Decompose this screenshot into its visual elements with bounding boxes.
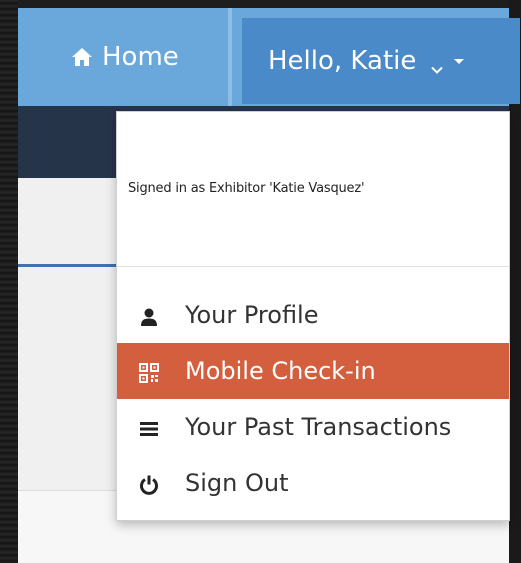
nav-home-label: Home xyxy=(102,42,179,72)
menu-item-sign-out[interactable]: Sign Out xyxy=(117,455,509,511)
caret-down-icon xyxy=(454,58,465,64)
user-dropdown-menu: Signed in as Exhibitor 'Katie Vasquez' Y… xyxy=(116,111,510,521)
menu-item-label: Sign Out xyxy=(185,469,289,497)
power-icon xyxy=(139,473,159,495)
screen-left-edge xyxy=(0,0,18,563)
home-icon xyxy=(70,45,94,69)
menu-item-label: Mobile Check-in xyxy=(185,357,376,385)
qrcode-icon xyxy=(139,361,159,383)
page-accent-line xyxy=(18,264,118,267)
chevron-down-icon xyxy=(430,54,444,74)
menu-item-label: Your Profile xyxy=(185,301,319,329)
menu-item-label: Your Past Transactions xyxy=(185,413,452,441)
nav-home-link[interactable]: Home xyxy=(32,8,228,106)
list-icon xyxy=(139,417,159,437)
user-menu-toggle[interactable]: Hello, Katie xyxy=(242,18,520,104)
signed-in-info: Signed in as Exhibitor 'Katie Vasquez' xyxy=(128,181,365,196)
screen-top-edge xyxy=(0,0,521,8)
nav-separator xyxy=(228,8,232,106)
user-icon xyxy=(139,305,159,326)
menu-item-your-past-transactions[interactable]: Your Past Transactions xyxy=(117,399,509,455)
user-menu-label: Hello, Katie xyxy=(268,46,417,76)
menu-item-mobile-check-in[interactable]: Mobile Check-in xyxy=(117,343,509,399)
menu-item-your-profile[interactable]: Your Profile xyxy=(117,287,509,343)
dropdown-divider xyxy=(117,266,509,267)
